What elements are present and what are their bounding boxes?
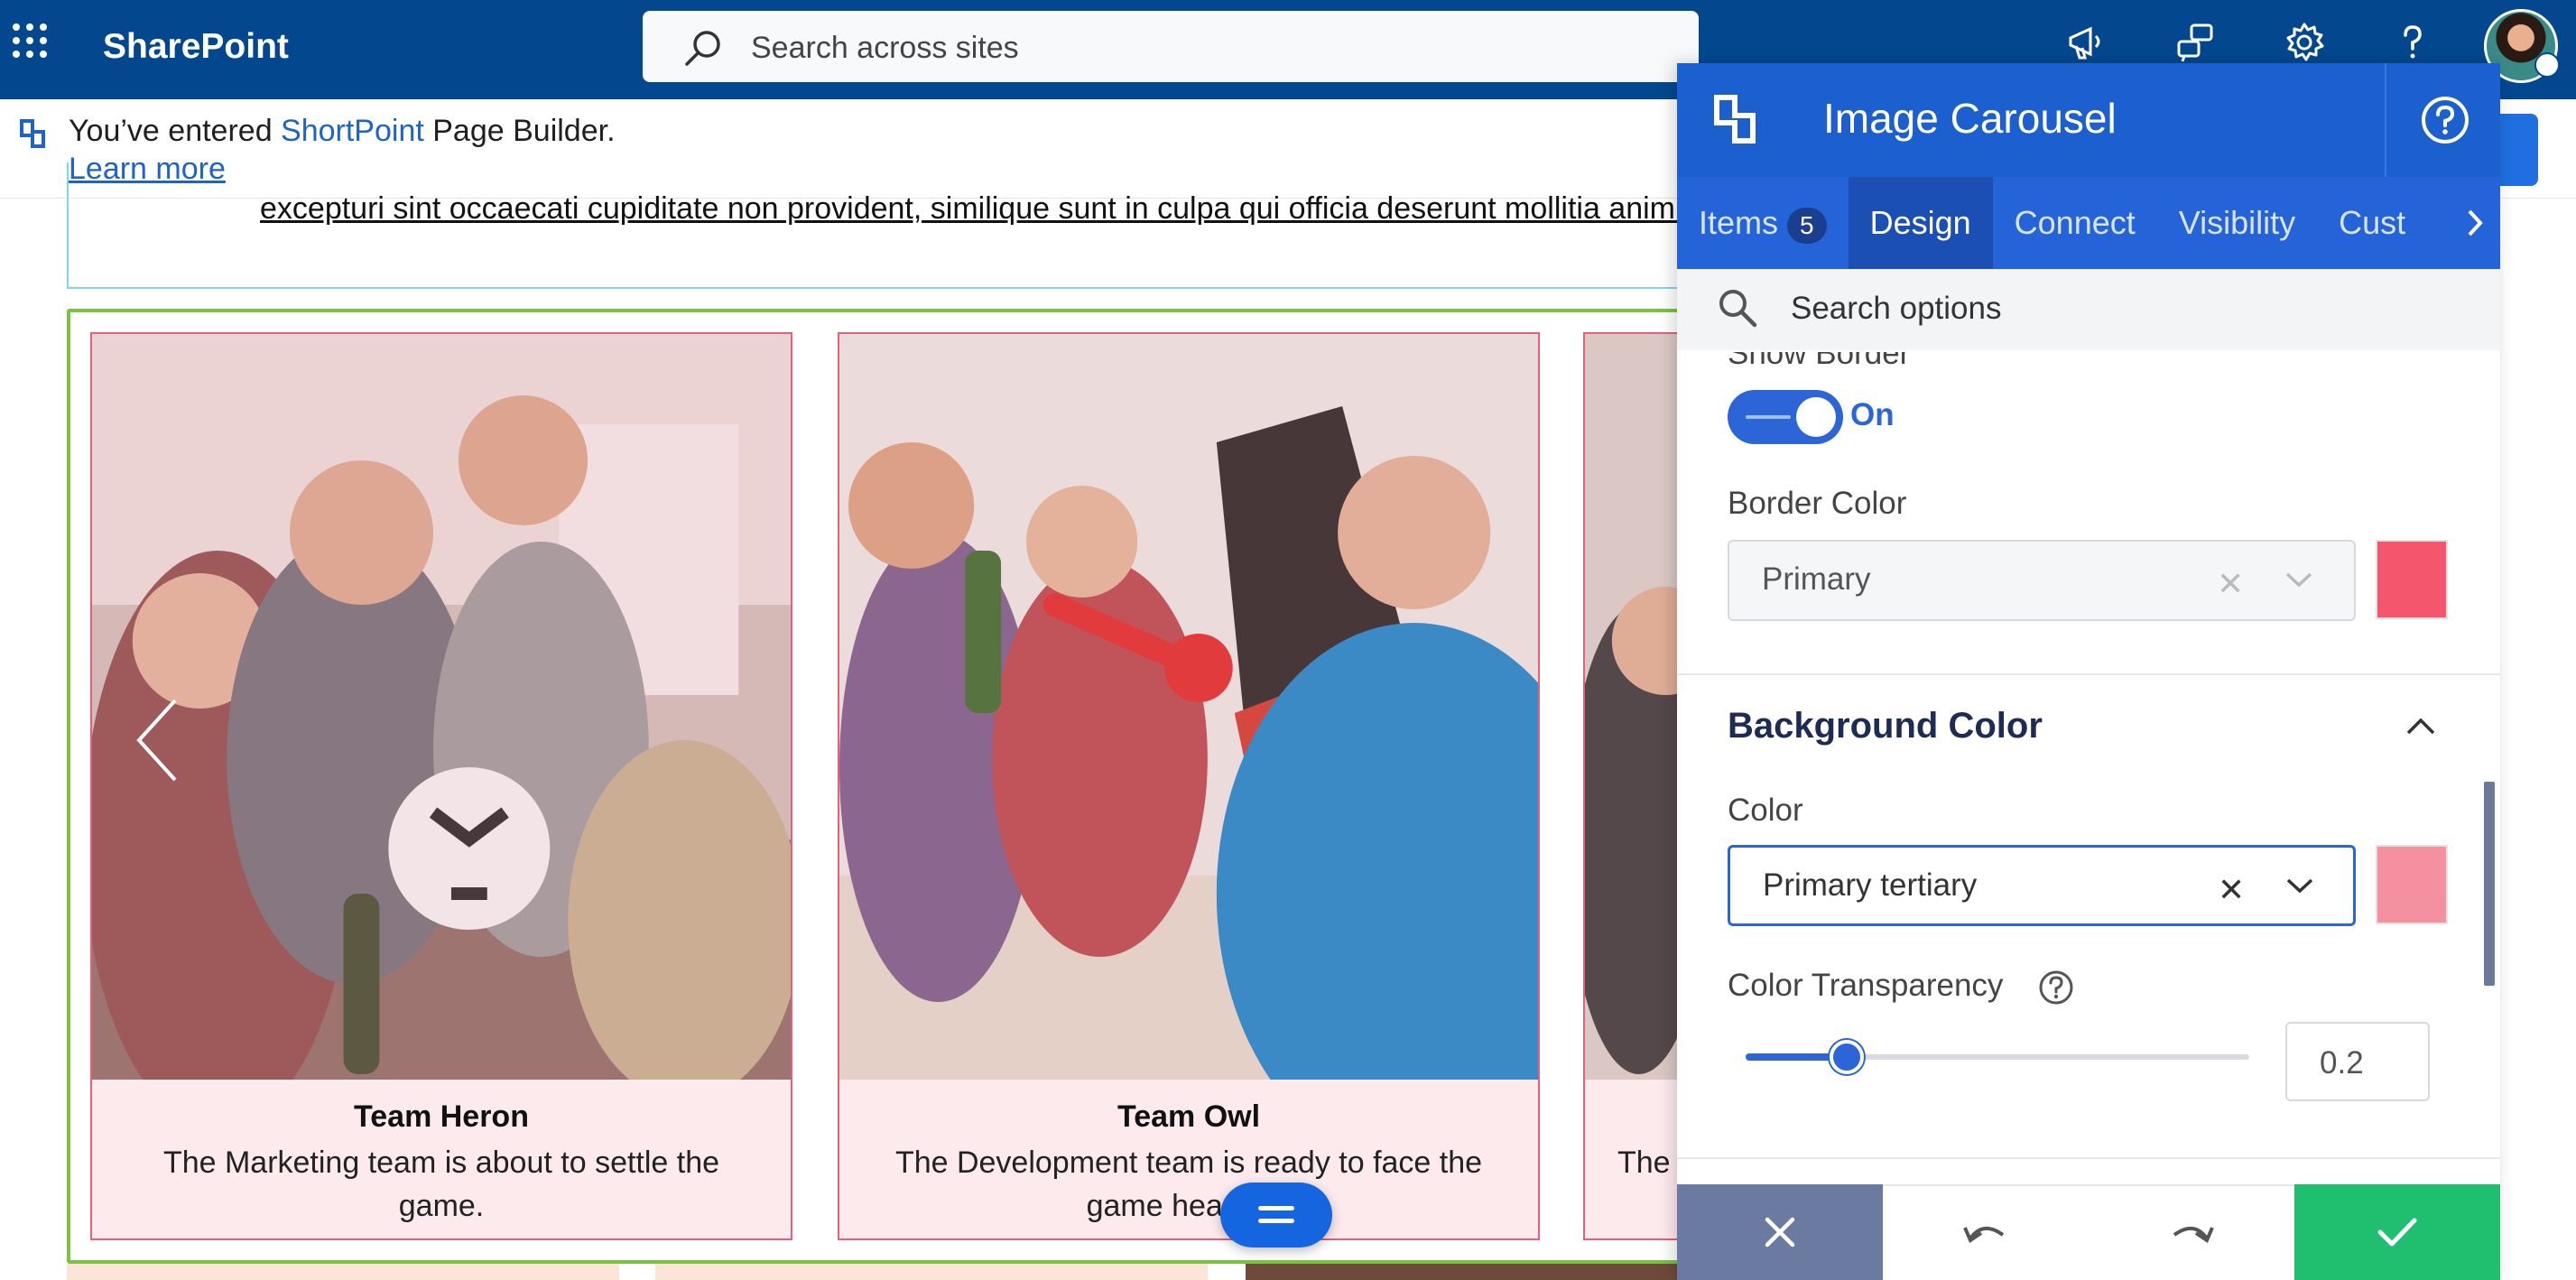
gear-icon[interactable]: [2282, 20, 2327, 65]
app-launcher-icon[interactable]: [13, 23, 49, 60]
section-divider: [1677, 673, 2500, 675]
border-color-swatch[interactable]: [2376, 540, 2448, 619]
community-icon[interactable]: [2173, 20, 2219, 65]
border-color-value: Primary: [1762, 561, 1871, 597]
color-transparency-label: Color Transparency: [1728, 968, 2004, 1003]
shortpoint-logo-icon: [1714, 95, 1756, 144]
checkmark-icon: [2377, 1218, 2417, 1247]
chevron-right-icon: [2468, 209, 2483, 237]
chevron-down-icon[interactable]: [2284, 875, 2315, 896]
notice-prefix: You’ve entered: [69, 114, 282, 148]
help-icon[interactable]: [2390, 20, 2435, 65]
close-icon: [1765, 1217, 1795, 1248]
notice-middle: Page Builder.: [423, 114, 616, 148]
background-color-select[interactable]: Primary tertiary ✕: [1728, 845, 2356, 926]
carousel-card-1[interactable]: Team Heron The Marketing team is about t…: [90, 332, 792, 1240]
toggle-track-line: [1746, 415, 1791, 419]
search-placeholder: Search across sites: [751, 31, 1019, 65]
clear-icon[interactable]: ✕: [2218, 871, 2245, 909]
page-builder-menu-button[interactable]: [1220, 1183, 1332, 1248]
transparency-value: 0.2: [2320, 1045, 2364, 1081]
tab-custom[interactable]: Cust: [2317, 177, 2427, 269]
panel-help-button[interactable]: [2385, 63, 2500, 177]
panel-header: Image Carousel: [1677, 63, 2500, 177]
carousel-card-2[interactable]: Team Owl The Development team is ready t…: [838, 332, 1540, 1240]
tab-design[interactable]: Design: [1848, 177, 1993, 269]
carousel-prev-arrow-icon[interactable]: [132, 695, 182, 785]
panel-scrollbar[interactable]: [2484, 782, 2495, 986]
shortpoint-logo-icon: [20, 119, 45, 148]
chevron-down-icon[interactable]: [2284, 569, 2314, 590]
options-search-input[interactable]: Search options: [1677, 269, 2500, 350]
border-color-select[interactable]: Primary ✕: [1728, 540, 2356, 621]
border-color-label: Border Color: [1728, 486, 1907, 521]
redo-button[interactable]: [2089, 1184, 2294, 1280]
undo-button[interactable]: [1883, 1184, 2089, 1280]
confirm-button[interactable]: [2294, 1184, 2500, 1280]
team-owl-photo: [839, 334, 1538, 1080]
help-circle-icon: [2422, 97, 2469, 144]
element-settings-panel: Image Carousel Items 5 Design Connect Vis…: [1677, 63, 2500, 1280]
card-title: Team Owl: [1117, 1099, 1261, 1134]
search-icon: [1719, 290, 1757, 328]
background-color-swatch[interactable]: [2376, 845, 2448, 924]
options-search-placeholder: Search options: [1791, 291, 2002, 326]
next-row-card: [1246, 1264, 1679, 1280]
next-row-card: [655, 1264, 1208, 1280]
body-text-line: excepturi sint occaecati cupiditate non …: [260, 191, 1681, 226]
background-color-section-title[interactable]: Background Color: [1728, 706, 2043, 747]
panel-title: Image Carousel: [1823, 95, 2117, 142]
notice-product-name: ShortPoint: [281, 114, 424, 148]
color-label: Color: [1728, 793, 1803, 828]
chevron-up-icon[interactable]: [2405, 715, 2437, 737]
help-circle-icon[interactable]: [2038, 969, 2074, 1006]
site-search-input[interactable]: Search across sites: [643, 11, 1699, 82]
team-heron-photo: [92, 334, 791, 1080]
tab-label: Items: [1699, 204, 1779, 241]
app-name[interactable]: SharePoint: [103, 27, 289, 67]
tab-items[interactable]: Items 5: [1677, 177, 1849, 269]
background-color-value: Primary tertiary: [1763, 867, 1978, 903]
undo-icon: [1963, 1227, 2005, 1243]
megaphone-icon[interactable]: [2063, 20, 2108, 65]
tabs-scroll-right-button[interactable]: [2450, 177, 2500, 269]
transparency-slider-thumb[interactable]: [1829, 1040, 1864, 1074]
card-title: Team Heron: [354, 1099, 529, 1134]
card-description: The Marketing team is about to settle th…: [162, 1146, 720, 1223]
next-row-card: [67, 1264, 619, 1280]
redo-icon: [2173, 1227, 2214, 1243]
panel-actions: [1677, 1184, 2500, 1280]
tab-connect[interactable]: Connect: [1993, 177, 2157, 269]
shortpoint-badge-icon: [2534, 52, 2560, 78]
transparency-input[interactable]: 0.2: [2285, 1022, 2430, 1101]
items-count-badge: 5: [1787, 208, 1827, 244]
tab-visibility[interactable]: Visibility: [2157, 177, 2317, 269]
show-border-state: On: [1850, 397, 1895, 432]
card-description: The Development team is ready to face th…: [894, 1146, 1483, 1223]
clear-icon[interactable]: ✕: [2217, 565, 2244, 603]
search-icon: [685, 31, 720, 66]
footer-divider: [1677, 1157, 2500, 1159]
cancel-button[interactable]: [1677, 1184, 1883, 1280]
